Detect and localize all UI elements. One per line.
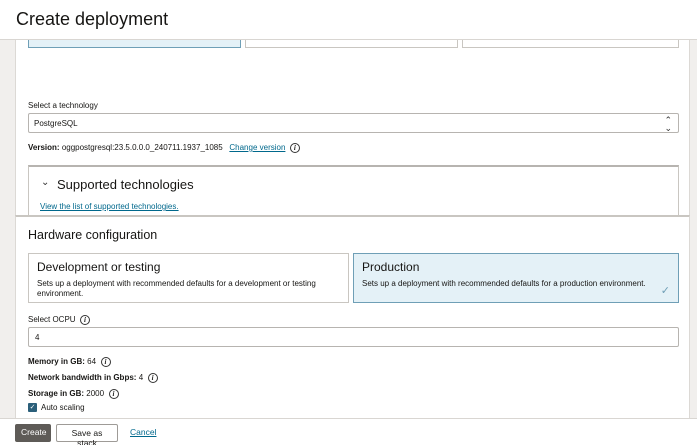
technology-selected-value: PostgreSQL: [34, 119, 78, 128]
technology-select[interactable]: PostgreSQL ⌃ ⌄: [28, 113, 679, 133]
option-description: Sets up a deployment with recommended de…: [362, 279, 646, 288]
version-label: Version:: [28, 143, 60, 153]
checkmark-icon: ✓: [660, 285, 670, 297]
storage-row: Storage in GB: 2000 i: [28, 389, 119, 399]
technology-label: Select a technology: [28, 101, 98, 110]
save-as-stack-button[interactable]: Save as stack: [56, 424, 118, 445]
hardware-option-development[interactable]: Development or testing Sets up a deploym…: [28, 253, 349, 303]
create-button[interactable]: Create: [15, 424, 51, 442]
info-icon[interactable]: i: [289, 143, 300, 153]
checkbox-checked-icon[interactable]: ✓: [28, 403, 37, 413]
storage-value: 2000: [86, 389, 105, 399]
memory-row: Memory in GB: 64 i: [28, 357, 111, 367]
option-title: Development or testing: [37, 260, 161, 274]
info-icon[interactable]: i: [147, 373, 158, 383]
option-title: Production: [362, 260, 420, 274]
memory-value: 64: [87, 357, 97, 367]
footer-bar: Create Save as stack Cancel: [0, 418, 697, 445]
supported-technologies-link[interactable]: View the list of supported technologies.: [40, 202, 179, 211]
info-icon[interactable]: i: [80, 315, 91, 325]
info-icon[interactable]: i: [108, 389, 119, 399]
storage-label: Storage in GB:: [28, 389, 85, 399]
auto-scaling-label: Auto scaling: [41, 403, 85, 412]
option-description: Sets up a deployment with recommended de…: [37, 279, 316, 298]
info-icon[interactable]: i: [100, 357, 111, 367]
bandwidth-row: Network bandwidth in Gbps: 4 i: [28, 373, 158, 383]
chevron-down-icon[interactable]: ⌄: [41, 177, 49, 188]
page-header: Create deployment: [0, 0, 697, 40]
version-row: Version: oggpostgresql:23.5.0.0.0_240711…: [28, 143, 300, 153]
version-value: oggpostgresql:23.5.0.0.0_240711.1937_108…: [61, 143, 223, 153]
hardware-title: Hardware configuration: [28, 228, 158, 242]
supported-technologies-title[interactable]: Supported technologies: [57, 177, 194, 192]
memory-label: Memory in GB:: [28, 357, 85, 367]
bandwidth-value: 4: [138, 373, 144, 383]
ocpu-input[interactable]: 4: [28, 327, 679, 347]
hardware-option-production[interactable]: Production Sets up a deployment with rec…: [353, 253, 679, 303]
ocpu-label: Select OCPU: [28, 315, 76, 325]
deployment-type-card[interactable]: [462, 40, 679, 48]
hardware-panel: Hardware configuration Development or te…: [15, 215, 690, 418]
auto-scaling-checkbox[interactable]: ✓ Auto scaling: [28, 403, 85, 413]
up-down-chevron-icon: ⌃ ⌄: [664, 115, 672, 133]
cancel-link[interactable]: Cancel: [124, 424, 162, 442]
deployment-type-card-selected[interactable]: [28, 40, 241, 48]
page-title: Create deployment: [16, 9, 169, 29]
ocpu-label-row: Select OCPU i: [28, 315, 91, 325]
deployment-type-card[interactable]: [245, 40, 458, 48]
bandwidth-label: Network bandwidth in Gbps:: [28, 373, 137, 383]
form-scroll-area[interactable]: Select a technology PostgreSQL ⌃ ⌄ Versio…: [0, 40, 697, 418]
change-version-link[interactable]: Change version: [229, 143, 285, 152]
ocpu-value: 4: [35, 333, 40, 342]
